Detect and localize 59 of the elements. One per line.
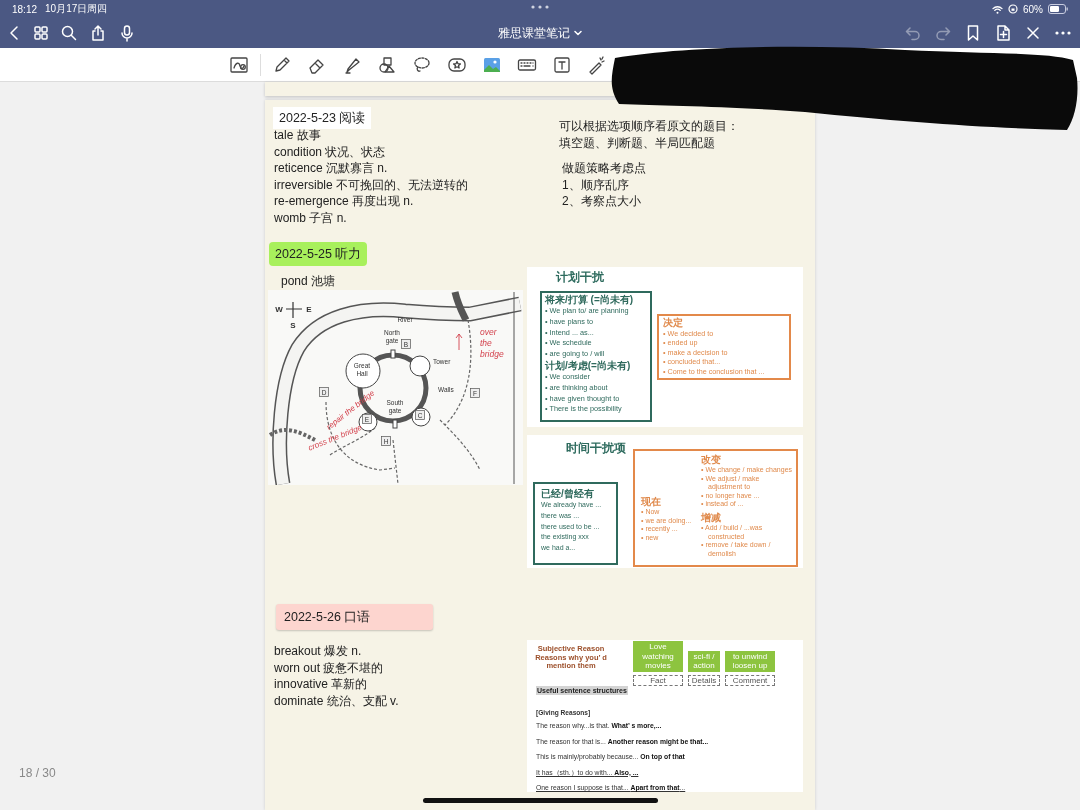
slide-title: 时间干扰项 <box>566 440 626 457</box>
compass-label: E <box>306 305 312 314</box>
slide-text: 已经/曾经有 <box>541 488 595 500</box>
date-heading: 2022-5-26 口语 <box>276 604 433 630</box>
status-date: 10月17日周四 <box>45 2 108 16</box>
lasso-zoom-icon[interactable] <box>229 54 249 75</box>
shapes-icon[interactable] <box>377 54 397 75</box>
slide-text: 现在 <box>641 496 662 508</box>
close-icon[interactable] <box>1024 24 1042 42</box>
add-page-icon[interactable] <box>994 24 1012 42</box>
grid-icon[interactable] <box>33 25 49 41</box>
microphone-icon[interactable] <box>118 24 136 42</box>
vocab-entry: dominate 统治、支配 v. <box>274 692 399 709</box>
note-text: 填空题、判断题、半局匹配题 <box>559 134 716 151</box>
battery-icon <box>1048 4 1068 14</box>
status-time: 18:12 <box>12 3 38 15</box>
vocab-entry: breakout 爆发 n. <box>274 643 363 660</box>
slide-text: 将来/打算 (=尚未有) <box>545 294 635 306</box>
reason-tile: sci-fi / action <box>688 650 720 672</box>
laser-pointer-icon[interactable] <box>587 54 607 75</box>
vocab-entry: worn out 疲惫不堪的 <box>274 659 385 676</box>
reason-tile: Love watching movies <box>633 641 683 672</box>
slide-title: 计划干扰 <box>556 269 604 286</box>
wifi-icon <box>992 4 1003 14</box>
reason-tile: to unwind loosen up <box>725 650 775 672</box>
vocab-entry: re-emergence 再度出现 n. <box>274 193 415 210</box>
slide-text: 增减 <box>701 511 722 524</box>
page-counter: 18 / 30 <box>19 766 56 780</box>
note-text: 可以根据选项顺序看原文的题目： <box>559 118 739 135</box>
tile-label: Fact <box>633 674 683 686</box>
vocab-entry: pond 池塘 <box>281 273 336 290</box>
rotation-lock-icon <box>1008 4 1018 14</box>
vocab-entry: condition 状况、状态 <box>274 143 387 160</box>
search-icon[interactable] <box>60 24 78 42</box>
vocab-entry: tale 故事 <box>274 127 322 144</box>
slide-text: 计划/考虑(=尚未有) <box>545 360 632 372</box>
note-text: 2、考察点大小 <box>562 193 642 210</box>
multitasking-dots-icon[interactable] <box>530 4 550 10</box>
notebook-title[interactable]: 雅思课堂笔记 <box>498 24 570 42</box>
handwritten-note: over the bridge <box>480 327 504 359</box>
note-text: 1、顺序乱序 <box>562 176 630 193</box>
date-heading: 2022-5-23 阅读 <box>273 107 372 129</box>
tile-label: Comment <box>725 674 775 686</box>
compass-label: S <box>290 321 296 330</box>
compass-label: W <box>275 305 283 314</box>
vocab-entry: womb 子宫 n. <box>274 209 348 226</box>
vocab-entry: reticence 沉默寡言 n. <box>274 160 389 177</box>
note-text: 做题策略考虑点 <box>562 160 646 177</box>
slide-text: 决定 <box>663 317 684 329</box>
caret-icon[interactable] <box>574 30 582 36</box>
tile-label: Details <box>688 674 720 686</box>
text-box-icon[interactable] <box>552 54 572 75</box>
vocab-entry: innovative 革新的 <box>274 676 369 693</box>
battery-percent: 60% <box>1023 3 1043 15</box>
lasso-icon[interactable] <box>412 54 432 75</box>
slide-text: 改变 <box>701 454 722 466</box>
share-icon[interactable] <box>89 24 107 42</box>
vocab-entry: irreversible 不可挽回的、无法逆转的 <box>274 176 468 193</box>
date-heading: 2022-5-25 听力 <box>269 242 368 266</box>
